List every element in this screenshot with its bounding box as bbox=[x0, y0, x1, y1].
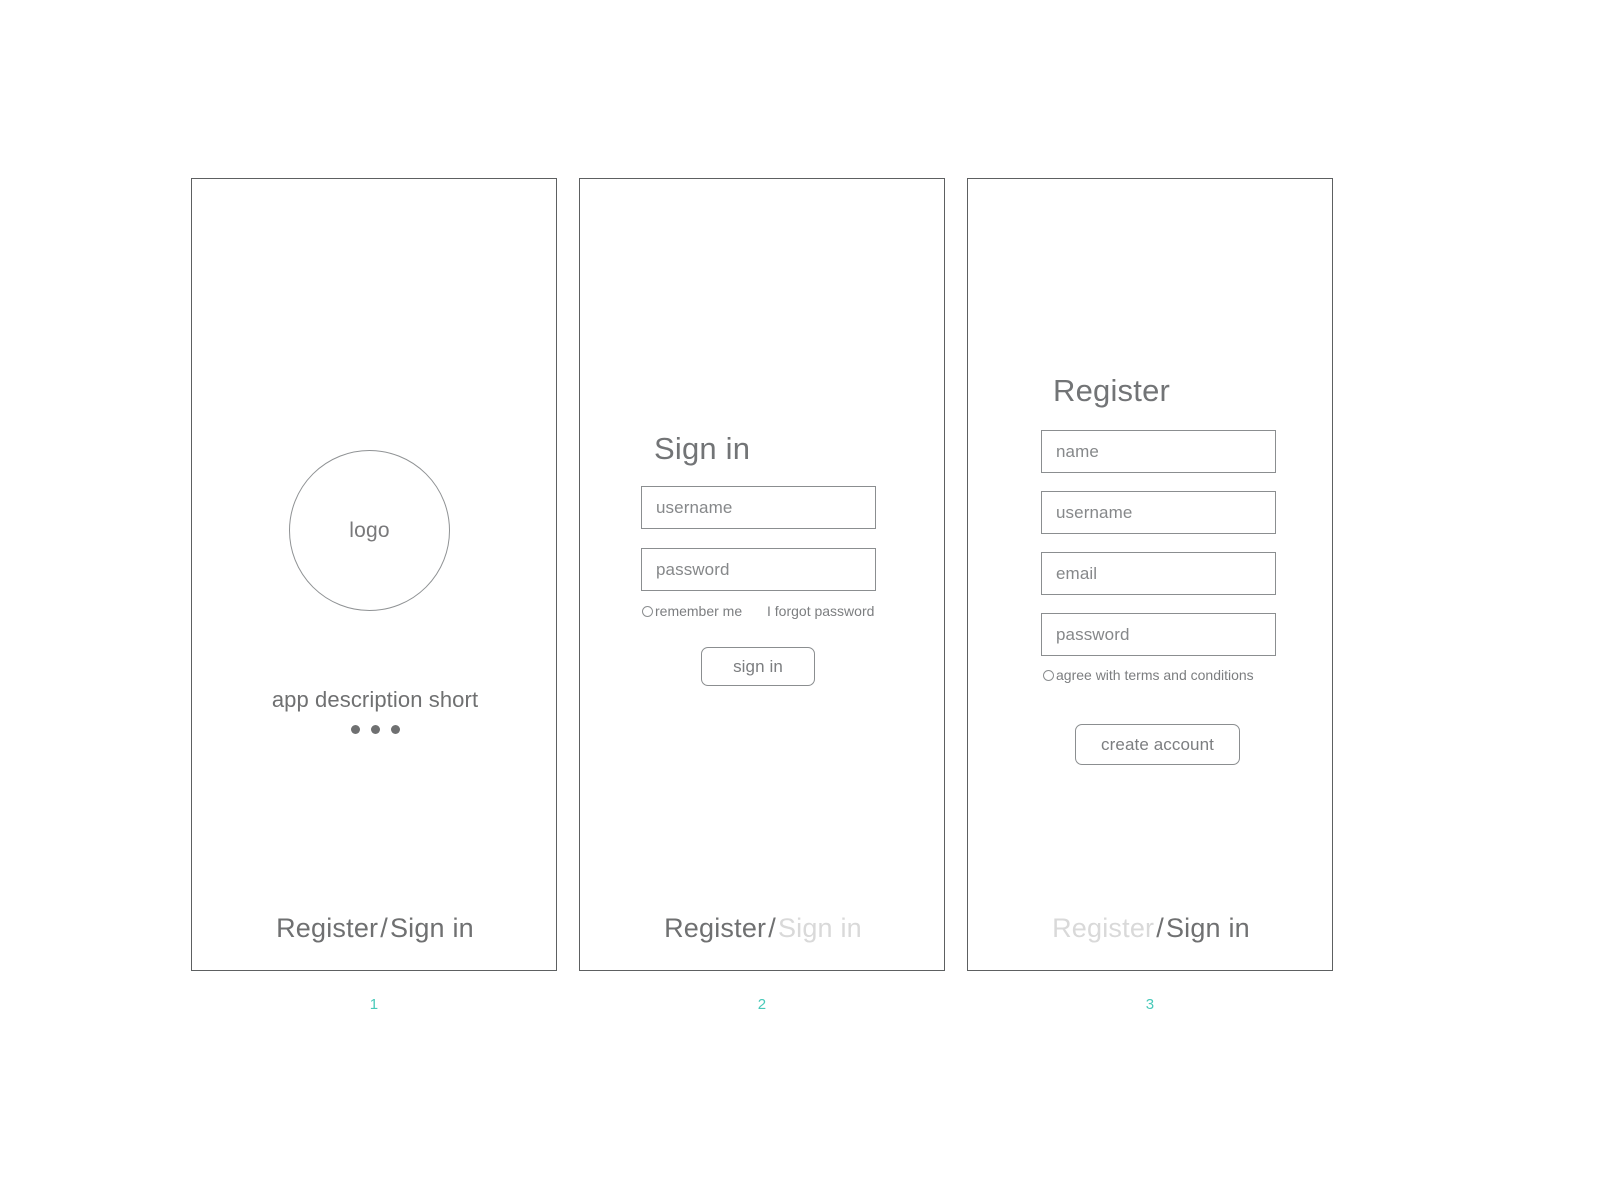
username-placeholder: username bbox=[656, 497, 733, 517]
create-account-button[interactable]: create account bbox=[1075, 724, 1240, 765]
screen-register: Register name username email password ag… bbox=[967, 178, 1333, 971]
screen-index-1: 1 bbox=[369, 996, 379, 1013]
bottom-nav-signin[interactable]: Sign in bbox=[778, 913, 862, 943]
page-title: Sign in bbox=[654, 431, 751, 466]
logo-placeholder: logo bbox=[289, 450, 450, 611]
bottom-nav-separator: / bbox=[380, 913, 388, 943]
bottom-nav-register[interactable]: Register bbox=[664, 913, 766, 943]
bottom-nav-separator: / bbox=[1156, 913, 1164, 943]
name-placeholder: name bbox=[1056, 441, 1099, 461]
username-input[interactable]: username bbox=[641, 486, 876, 529]
bottom-nav: Register/Sign in bbox=[968, 913, 1334, 944]
bottom-nav-signin[interactable]: Sign in bbox=[390, 913, 474, 943]
page-title: Register bbox=[1053, 373, 1171, 408]
agree-terms-label: agree with terms and conditions bbox=[1056, 667, 1254, 683]
bottom-nav-register[interactable]: Register bbox=[1052, 913, 1154, 943]
remember-me-label: remember me bbox=[655, 603, 743, 619]
carousel-dot-3[interactable] bbox=[390, 725, 400, 734]
carousel-dot-1[interactable] bbox=[350, 725, 360, 734]
wireframe-board: logo app description short Register/Sign… bbox=[0, 0, 1600, 1200]
bottom-nav: Register/Sign in bbox=[580, 913, 946, 944]
screen-splash: logo app description short Register/Sign… bbox=[191, 178, 557, 971]
bottom-nav-signin[interactable]: Sign in bbox=[1166, 913, 1250, 943]
email-placeholder: email bbox=[1056, 563, 1098, 583]
agree-terms-row[interactable]: agree with terms and conditions bbox=[1043, 667, 1254, 683]
app-description: app description short bbox=[271, 687, 479, 712]
username-placeholder: username bbox=[1056, 502, 1133, 522]
forgot-password-link[interactable]: I forgot password bbox=[767, 603, 874, 619]
sign-in-button-label: sign in bbox=[733, 656, 783, 676]
name-input[interactable]: name bbox=[1041, 430, 1276, 473]
screen-index-3: 3 bbox=[1145, 996, 1155, 1013]
sign-in-button[interactable]: sign in bbox=[701, 647, 815, 686]
carousel-dot-2[interactable] bbox=[370, 725, 380, 734]
bottom-nav: Register/Sign in bbox=[192, 913, 558, 944]
create-account-button-label: create account bbox=[1101, 734, 1214, 754]
checkbox-icon[interactable] bbox=[642, 605, 653, 617]
remember-me-row[interactable]: remember me bbox=[642, 603, 742, 619]
carousel-dots[interactable] bbox=[192, 725, 558, 734]
password-input[interactable]: password bbox=[1041, 613, 1276, 656]
screen-index-2: 2 bbox=[757, 996, 767, 1013]
password-placeholder: password bbox=[656, 559, 730, 579]
username-input[interactable]: username bbox=[1041, 491, 1276, 534]
bottom-nav-register[interactable]: Register bbox=[276, 913, 378, 943]
password-placeholder: password bbox=[1056, 624, 1130, 644]
bottom-nav-separator: / bbox=[768, 913, 776, 943]
email-input[interactable]: email bbox=[1041, 552, 1276, 595]
checkbox-icon[interactable] bbox=[1043, 669, 1054, 681]
password-input[interactable]: password bbox=[641, 548, 876, 591]
screen-sign-in: Sign in username password remember me I … bbox=[579, 178, 945, 971]
logo-label: logo bbox=[349, 518, 390, 542]
